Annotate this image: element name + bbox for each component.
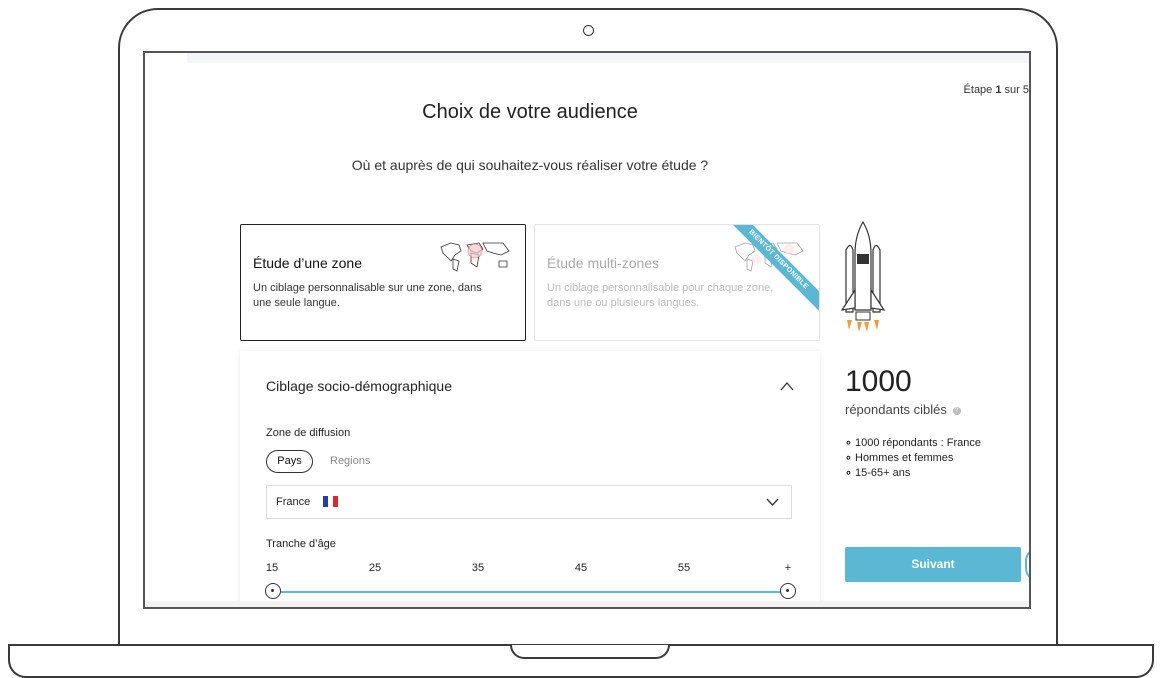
page-subtitle: Où et auprès de qui souhaitez-vous réali… [351,157,709,173]
france-flag-icon [323,496,338,507]
study-option-multi-zone: Étude multi-zones Un ciblage personnalis… [534,224,820,341]
targeting-panel: Ciblage socio-démographique Zone de diff… [240,351,820,607]
chevron-down-icon [766,498,779,506]
study-option-title: Étude multi-zones [547,255,660,271]
step-indicator: Étape 1 sur 5 [964,84,1029,96]
zone-label: Zone de diffusion [266,427,351,439]
tab-regions[interactable]: Regions [330,455,370,467]
age-slider-min-handle[interactable] [265,583,281,599]
chevron-up-icon[interactable] [780,381,794,391]
list-item: 1000 répondants : France [845,436,981,451]
laptop-frame: Étape 1 sur 5 Choix de votre audience Où… [0,0,1160,678]
top-band [187,53,1029,63]
bottom-edge [145,601,1029,607]
info-icon[interactable]: ? [952,406,961,415]
age-slider-max-handle[interactable] [780,583,796,599]
summary-list: 1000 répondants : France Hommes et femme… [845,436,981,481]
age-slider-track[interactable] [273,591,789,593]
age-label: Tranche d’âge [266,538,336,550]
respondent-count-label: répondants ciblés ? [845,402,961,417]
age-tick: 25 [368,562,382,574]
world-map-icon [440,242,510,272]
section-title: Ciblage socio-démographique [266,378,453,394]
study-option-description: Un ciblage personnalisable sur une zone,… [253,282,482,309]
age-tick: 55 [677,562,691,574]
age-tick: 45 [574,562,588,574]
list-item: Hommes et femmes [845,451,981,466]
age-tick: 35 [471,562,485,574]
next-button[interactable]: Suivant [845,547,1021,582]
country-select[interactable]: France [266,485,792,519]
screen: Étape 1 sur 5 Choix de votre audience Où… [143,51,1031,609]
webcam-icon [583,25,594,36]
age-tick: + [784,562,792,574]
page-title: Choix de votre audience [422,101,638,123]
respondent-count-text: répondants ciblés [845,402,947,417]
study-option-title: Étude d’une zone [253,255,362,271]
rocket-icon [840,220,886,332]
respondent-count: 1000 [845,365,912,398]
age-tick: 15 [265,562,279,574]
chat-bubble-icon[interactable] [1025,547,1029,582]
tab-pays[interactable]: Pays [266,450,313,473]
country-value: France [276,496,311,508]
step-prefix: Étape [963,84,996,96]
list-item: 15-65+ ans [845,466,981,481]
step-suffix: sur 5 [1001,84,1029,96]
study-option-description: Un ciblage personnalisable pour chaque z… [547,282,774,309]
study-option-single-zone[interactable]: Étude d’une zone Un ciblage personnalisa… [240,224,526,341]
laptop-notch [510,645,670,659]
